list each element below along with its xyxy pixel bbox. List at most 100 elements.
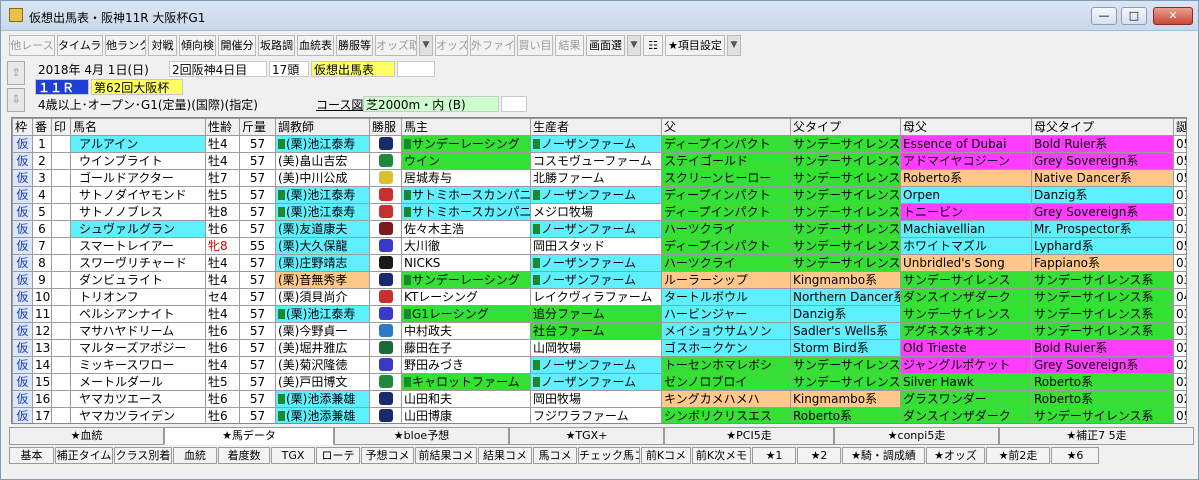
toolbar-button-11[interactable]: オッズ <box>435 35 468 56</box>
minimize-button[interactable]: — <box>1091 7 1117 25</box>
mark-cell[interactable] <box>51 390 71 408</box>
toolbar-button-12[interactable]: 外ファイル <box>470 35 515 56</box>
column-header[interactable]: 父タイプ <box>790 118 901 136</box>
toolbar-button-6[interactable]: 坂路調 <box>258 35 295 56</box>
view-tab-4[interactable]: 着度数 <box>218 447 270 464</box>
toolbar-button-14[interactable]: 結果 <box>555 35 584 56</box>
title-bar[interactable]: 仮想出馬表・阪神11R 大阪杯G1 — □ ✕ <box>1 1 1198 31</box>
toolbar-button-17[interactable]: ☷ <box>643 35 663 56</box>
column-header[interactable]: 母父タイプ <box>1031 118 1174 136</box>
table-row[interactable]: 仮 7 スマートレイアー 牝8 55 (栗)大久保龍 大川徹 岡田スタッド ディープインパクト サ… <box>12 237 1186 255</box>
toolbar-button-2[interactable]: 他ランク <box>105 35 146 56</box>
view-tab-9[interactable]: 結果コメ <box>478 447 532 464</box>
view-tab-1[interactable]: 補正タイム <box>55 447 113 464</box>
tab-group-2[interactable]: ★bloe予想 <box>334 427 509 445</box>
column-header[interactable]: 番 <box>32 118 52 136</box>
table-row[interactable]: 仮 12 マサハヤドリーム 牡6 57 (栗)今野貞一 中村政夫 社台ファーム メイショウサムソ… <box>12 322 1186 340</box>
toolbar-button-19[interactable]: ▼ <box>727 35 741 56</box>
toolbar-button-1[interactable]: タイムランク <box>57 35 103 56</box>
mark-cell[interactable] <box>51 169 71 187</box>
table-row[interactable]: 仮 2 ウインブライト 牡4 57 (美)畠山吉宏 ウイン コスモヴューファーム ステイゴールド… <box>12 152 1186 170</box>
table-row[interactable]: 仮 1 アルアイン 牡4 57 (栗)池江泰寿 サンデーレーシング ノーザンファーム ディープイ… <box>12 135 1186 153</box>
view-tab-11[interactable]: チェック馬コメ <box>578 447 640 464</box>
toolbar-button-18[interactable]: ★項目設定 <box>665 35 725 56</box>
toolbar-button-4[interactable]: 傾向検 <box>179 35 216 56</box>
course-map-link[interactable]: コース図 <box>313 96 363 112</box>
table-row[interactable]: 仮 14 ミッキースワロー 牡4 57 (美)菊沢隆徳 野田みづき ノーザンファーム トーセンホ… <box>12 356 1186 374</box>
view-tab-16[interactable]: ★騎・調成績 <box>842 447 925 464</box>
table-row[interactable]: 仮 5 サトノノブレス 牡8 57 (栗)池江泰寿 サトミホースカンパニー メジロ牧場 ディープ… <box>12 203 1186 221</box>
column-header[interactable]: 父 <box>661 118 791 136</box>
maximize-button[interactable]: □ <box>1121 7 1147 25</box>
column-header[interactable]: 調教師 <box>275 118 370 136</box>
column-header[interactable]: 馬名 <box>70 118 206 136</box>
mark-cell[interactable] <box>51 356 71 374</box>
mark-cell[interactable] <box>51 152 71 170</box>
mark-cell[interactable] <box>51 288 71 306</box>
toolbar-button-16[interactable]: ▼ <box>627 35 641 56</box>
view-tab-0[interactable]: 基本 <box>9 447 54 464</box>
toolbar-button-7[interactable]: 血統表 <box>297 35 334 56</box>
view-tab-12[interactable]: 前Kコメ <box>641 447 691 464</box>
tab-group-4[interactable]: ★PCI5走 <box>664 427 834 445</box>
view-tab-13[interactable]: 前K次メモ <box>692 447 751 464</box>
column-header[interactable]: 母父 <box>900 118 1032 136</box>
mark-cell[interactable] <box>51 237 71 255</box>
view-tab-10[interactable]: 馬コメ <box>533 447 577 464</box>
table-row[interactable]: 仮 11 ペルシアンナイト 牡4 57 (栗)池江泰寿 G1レーシング 追分ファーム ハービンジ… <box>12 305 1186 323</box>
mark-cell[interactable] <box>51 203 71 221</box>
view-tab-15[interactable]: ★2 <box>797 447 841 464</box>
toolbar-button-5[interactable]: 開催分 <box>218 35 256 56</box>
tab-group-6[interactable]: ★補正7 5走 <box>999 427 1194 445</box>
toolbar-button-0[interactable]: 他レース <box>9 35 55 56</box>
table-row[interactable]: 仮 15 メートルダール 牡5 57 (美)戸田博文 キャロットファーム ノーザンファーム ゼン… <box>12 373 1186 391</box>
tab-group-5[interactable]: ★conpi5走 <box>834 427 999 445</box>
mark-cell[interactable] <box>51 254 71 272</box>
tab-group-0[interactable]: ★血統 <box>9 427 164 445</box>
table-row[interactable]: 仮 10 トリオンフ セ4 57 (栗)須貝尚介 KTレーシング レイクヴィラファーム タートル… <box>12 288 1186 306</box>
close-button[interactable]: ✕ <box>1153 7 1193 25</box>
mark-cell[interactable] <box>51 322 71 340</box>
view-tab-3[interactable]: 血統 <box>173 447 217 464</box>
table-row[interactable]: 仮 16 ヤマカツエース 牡6 57 (栗)池添兼雄 山田和夫 岡田牧場 キングカメハメハ Kin… <box>12 390 1186 408</box>
table-row[interactable]: 仮 3 ゴールドアクター 牡7 57 (美)中川公成 居城寿与 北勝ファーム スクリーンヒーロー… <box>12 169 1186 187</box>
column-header[interactable]: 印 <box>51 118 71 136</box>
prev-race-arrow-icon[interactable]: ⇧ <box>7 61 25 85</box>
toolbar-button-10[interactable]: ▼ <box>419 35 433 56</box>
toolbar-button-15[interactable]: 画面選 <box>586 35 625 56</box>
table-row[interactable]: 仮 4 サトノダイヤモンド 牡5 57 (栗)池江泰寿 サトミホースカンパニー ノーザンファー… <box>12 186 1186 204</box>
view-tab-18[interactable]: ★前2走 <box>986 447 1050 464</box>
view-tab-8[interactable]: 前結果コメ <box>415 447 477 464</box>
column-header[interactable]: 枠 <box>12 118 33 136</box>
toolbar-button-13[interactable]: 買い目 <box>517 35 553 56</box>
view-tab-19[interactable]: ★6 <box>1051 447 1099 464</box>
tab-group-3[interactable]: ★TGX+ <box>509 427 664 445</box>
view-tab-2[interactable]: クラス別着 <box>114 447 172 464</box>
column-header[interactable]: 勝服 <box>369 118 402 136</box>
column-header[interactable]: 馬主 <box>401 118 531 136</box>
view-tab-5[interactable]: TGX <box>271 447 315 464</box>
toolbar-button-3[interactable]: 対戦 <box>148 35 177 56</box>
toolbar-button-8[interactable]: 勝服等 <box>336 35 373 56</box>
column-header[interactable]: 誕生 <box>1173 118 1186 136</box>
mark-cell[interactable] <box>51 186 71 204</box>
table-row[interactable]: 仮 6 シュヴァルグラン 牡6 57 (栗)友道康夫 佐々木主浩 ノーザンファーム ハーツクライ… <box>12 220 1186 238</box>
table-row[interactable]: 仮 8 スワーヴリチャード 牡4 57 (栗)庄野靖志 NICKS ノーザンファーム ハーツクラ… <box>12 254 1186 272</box>
view-tab-6[interactable]: ローテ <box>316 447 360 464</box>
view-tab-7[interactable]: 予想コメ <box>361 447 414 464</box>
column-header[interactable]: 斤量 <box>239 118 276 136</box>
view-tab-17[interactable]: ★オッズ <box>926 447 985 464</box>
tab-group-1[interactable]: ★馬データ <box>164 427 334 445</box>
mark-cell[interactable] <box>51 305 71 323</box>
toolbar-button-9[interactable]: オッズ取 <box>375 35 417 56</box>
view-tab-14[interactable]: ★1 <box>752 447 796 464</box>
mark-cell[interactable] <box>51 373 71 391</box>
mark-cell[interactable] <box>51 407 71 423</box>
table-row[interactable]: 仮 17 ヤマカツライデン 牡6 57 (栗)池添兼雄 山田博康 フジワラファーム シンボリクリ… <box>12 407 1186 423</box>
mark-cell[interactable] <box>51 339 71 357</box>
column-header[interactable]: 性齢 <box>205 118 240 136</box>
column-header[interactable]: 生産者 <box>530 118 662 136</box>
mark-cell[interactable] <box>51 135 71 153</box>
mark-cell[interactable] <box>51 271 71 289</box>
next-race-arrow-icon[interactable]: ⇩ <box>7 88 25 112</box>
